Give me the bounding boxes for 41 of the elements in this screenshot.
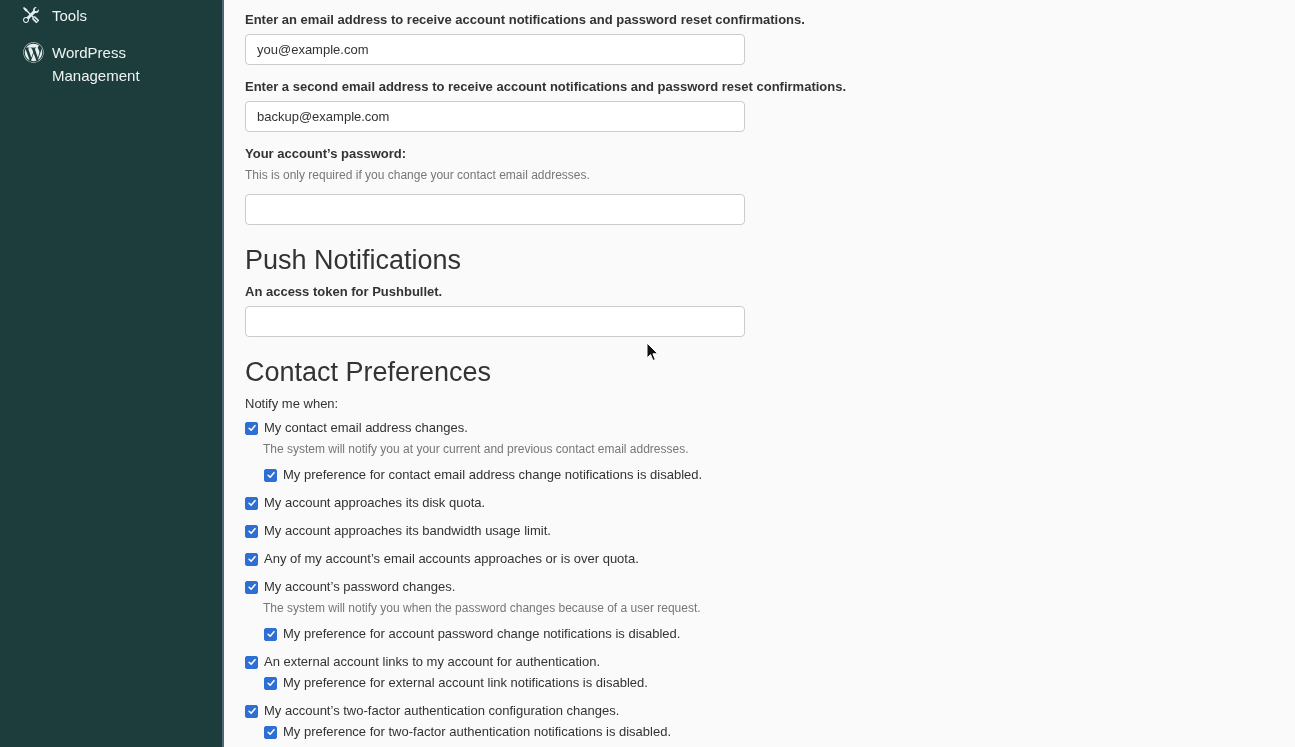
checkbox[interactable]	[245, 580, 258, 594]
wordpress-logo-icon	[23, 41, 44, 63]
checkbox[interactable]	[245, 421, 258, 435]
field-label: Enter a second email address to receive account notifications and password reset confirmations.	[245, 78, 847, 96]
input-field[interactable]	[245, 306, 745, 337]
checkbox-label: My contact email address changes.	[264, 419, 468, 437]
section-heading: Contact Preferences	[245, 356, 492, 389]
input-field[interactable]: you@example.com	[245, 34, 745, 65]
help-text: The system will notify you when the password changes because of a user request.	[263, 600, 701, 617]
checkbox[interactable]	[245, 655, 258, 669]
checkbox[interactable]	[264, 725, 277, 739]
checkbox-label: My preference for external account link notifications is disabled.	[283, 674, 648, 692]
checkbox[interactable]	[264, 627, 277, 641]
checkbox-label: My account’s password changes.	[264, 578, 456, 596]
checkbox-label: My preference for contact email address change notifications is disabled.	[283, 466, 703, 484]
field-label: Your account’s password:	[245, 145, 407, 163]
checkbox[interactable]	[245, 704, 258, 718]
checkbox-label: Any of my account’s email accounts approaches or is over quota.	[264, 550, 639, 568]
field-label: An access token for Pushbullet.	[245, 283, 443, 301]
help-text: The system will notify you at your current and previous contact email addresses.	[263, 441, 689, 458]
checkbox[interactable]	[245, 496, 258, 510]
checkbox-label: An external account links to my account for authentication.	[264, 653, 601, 671]
checkbox-label: My account approaches its bandwidth usage limit.	[264, 522, 551, 540]
checkbox-label: My preference for two-factor authentication notifications is disabled.	[283, 723, 672, 741]
input-field[interactable]: backup@example.com	[245, 101, 745, 132]
sidebar-item[interactable]: WordPress Management	[52, 41, 182, 87]
checkbox-label: My preference for account password change notifications is disabled.	[283, 625, 681, 643]
help-text: This is only required if you change your contact email addresses.	[245, 167, 590, 184]
checkbox-label: My account’s two-factor authentication configuration changes.	[264, 702, 620, 720]
input-field[interactable]	[245, 194, 745, 225]
checkbox[interactable]	[264, 676, 277, 690]
checkbox[interactable]	[245, 524, 258, 538]
checkbox[interactable]	[264, 468, 277, 482]
intro-text: Notify me when:	[245, 395, 339, 413]
checkbox[interactable]	[245, 552, 258, 566]
tools-icon	[23, 7, 39, 23]
section-heading: Push Notifications	[245, 244, 462, 277]
sidebar-item[interactable]: Tools	[52, 4, 88, 27]
mouse-pointer-icon	[646, 342, 659, 362]
checkbox-label: My account approaches its disk quota.	[264, 494, 486, 512]
field-label: Enter an email address to receive account notifications and password reset confirmations.	[245, 11, 805, 29]
